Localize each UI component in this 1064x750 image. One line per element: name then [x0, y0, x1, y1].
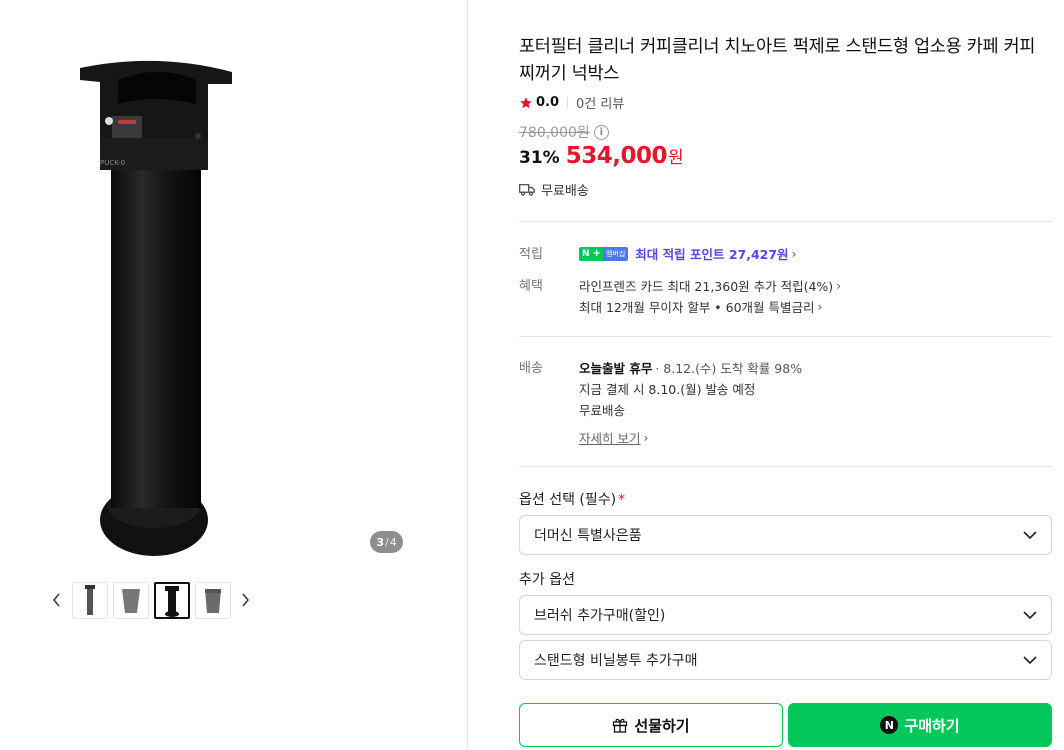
star-icon [520, 96, 532, 108]
counter-total: 4 [389, 535, 397, 549]
option-select-dropdown[interactable]: 더머신 특별사은품 [519, 515, 1052, 555]
original-price-row: 780,000원 i [519, 122, 609, 142]
thumbnail-2[interactable] [113, 582, 149, 619]
rating-divider [567, 97, 569, 108]
chevron-right-icon: › [836, 278, 842, 293]
thumbnail-next-button[interactable] [237, 590, 253, 610]
delivery-today-row: 오늘출발 휴무 · 8.12.(수) 도착 확률 98% [579, 358, 802, 377]
extra-option-bag-value: 스탠드형 비닐봉투 추가구매 [534, 653, 698, 669]
rating-row: 0.0 0건 리뷰 [519, 93, 624, 112]
gift-icon [613, 718, 628, 733]
chevron-down-icon [1023, 531, 1037, 539]
delivery-fee: 무료배송 [579, 403, 626, 418]
product-print-text: PUCK-0 [100, 159, 125, 167]
points-label: 적립 [519, 247, 543, 262]
naver-membership-badge: N + 멤버십 [579, 246, 629, 261]
benefit-card-text: 라인프렌즈 카드 최대 21,360원 추가 적립(4%) [579, 279, 834, 294]
thumbnail-image [85, 584, 95, 615]
dispatch-estimate: 지금 결제 시 8.10.(월) 발송 예정 [579, 382, 756, 397]
chevron-right-icon [241, 593, 249, 607]
option-selected-value: 더머신 특별사은품 [534, 528, 642, 544]
extra-option-brush-value: 브러쉬 추가구매(할인) [534, 608, 666, 624]
delivery-label: 배송 [519, 361, 543, 376]
thumbnail-image [205, 588, 221, 613]
benefit-card-row[interactable]: 라인프렌즈 카드 최대 21,360원 추가 적립(4%) › [579, 276, 841, 295]
thumbnail-4[interactable] [195, 582, 231, 619]
today-dispatch-status: 오늘출발 휴무 [579, 361, 653, 376]
thumbnail-image [122, 588, 140, 613]
thumbnail-prev-button[interactable] [48, 590, 64, 610]
thumbnail-strip [72, 582, 231, 619]
product-title: 포터필터 클리너 커피클리너 치노아트 퍽제로 스탠드형 업소용 카페 커피 찌… [519, 37, 1036, 84]
chevron-right-icon: › [791, 246, 797, 261]
extra-option-brush-dropdown[interactable]: 브러쉬 추가구매(할인) [519, 595, 1052, 635]
counter-current: 3 [376, 535, 384, 549]
divider [519, 336, 1052, 337]
review-count-link[interactable]: 0건 리뷰 [576, 93, 624, 112]
chevron-down-icon [1023, 611, 1037, 619]
sale-price: 534,000 [565, 143, 668, 169]
product-photo[interactable]: PUCK-0 [78, 58, 238, 558]
naver-pay-icon: N [880, 716, 899, 734]
info-icon[interactable]: i [593, 124, 609, 140]
price-row: 31% 534,000 원 [519, 143, 684, 169]
original-price: 780,000원 [519, 125, 590, 141]
thumbnail-image [165, 585, 179, 617]
chevron-right-icon: › [643, 430, 649, 445]
buy-button[interactable]: N 구매하기 [788, 703, 1052, 747]
gift-button-label: 선물하기 [634, 716, 690, 735]
thumbnail-1[interactable] [72, 582, 108, 619]
gift-button[interactable]: 선물하기 [519, 703, 783, 747]
divider [519, 221, 1052, 222]
chevron-right-icon: › [817, 299, 823, 314]
buy-button-label: 구매하기 [904, 716, 960, 735]
extra-options-label: 추가 옵션 [519, 572, 575, 588]
shipping-row: 무료배송 [519, 180, 589, 199]
panel-divider [467, 0, 468, 750]
counter-separator: / [384, 535, 389, 549]
required-mark: * [618, 492, 626, 508]
product-gallery: PUCK-0 3 / 4 [0, 0, 467, 750]
truck-icon [519, 184, 535, 196]
benefits-label: 혜택 [519, 279, 543, 294]
arrival-estimate: · 8.12.(수) 도착 확률 98% [655, 361, 803, 376]
divider [519, 466, 1052, 467]
chevron-down-icon [1023, 656, 1037, 664]
points-row[interactable]: N + 멤버십 최대 적립 포인트 27,427원 › [579, 244, 796, 263]
discount-rate: 31% [519, 148, 560, 168]
option-select-label: 옵션 선택 (필수) * [519, 492, 626, 508]
image-counter: 3 / 4 [370, 531, 403, 553]
shipping-text: 무료배송 [541, 184, 589, 199]
delivery-details-link[interactable]: 자세히 보기 › [579, 428, 648, 447]
extra-option-bag-dropdown[interactable]: 스탠드형 비닐봉투 추가구매 [519, 640, 1052, 680]
rating-score: 0.0 [536, 95, 560, 110]
chevron-left-icon [52, 593, 60, 607]
thumbnail-3[interactable] [154, 582, 190, 619]
currency-unit: 원 [667, 148, 684, 168]
benefit-installment-row[interactable]: 최대 12개월 무이자 할부 • 60개월 특별금리 › [579, 297, 822, 316]
benefit-installment-text: 최대 12개월 무이자 할부 • 60개월 특별금리 [579, 300, 815, 315]
max-points-text: 최대 적립 포인트 27,427원 [635, 247, 789, 262]
